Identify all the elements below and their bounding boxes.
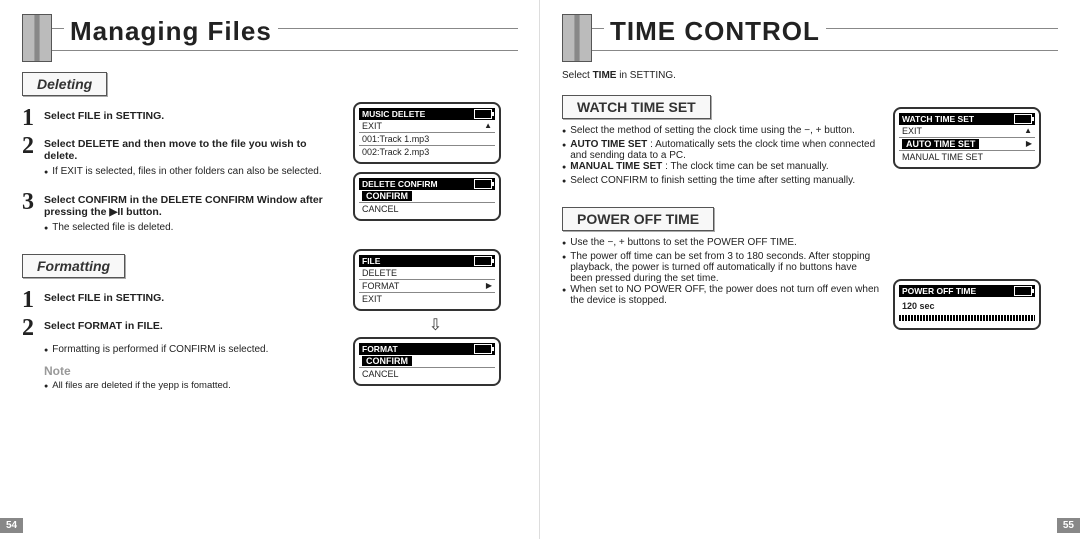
step2-text: Select DELETE and then move to the file … xyxy=(44,138,307,162)
note-label: Note xyxy=(44,364,341,378)
page-title: TIME CONTROL xyxy=(604,16,826,47)
page-title: Managing Files xyxy=(64,16,278,47)
section-deleting: Deleting xyxy=(22,72,107,96)
step3-bullet: The selected file is deleted. xyxy=(44,222,341,236)
watch-b1: Select the method of setting the clock t… xyxy=(562,125,881,139)
intro-pre: Select xyxy=(562,70,593,81)
page-header-left: Managing Files xyxy=(22,20,518,62)
arrow-down-icon: ⇩ xyxy=(353,315,518,335)
fmt1-text: Select FILE in SETTING. xyxy=(44,292,164,304)
page-header-right: TIME CONTROL xyxy=(562,20,1058,62)
lcd-watch-time: WATCH TIME SET EXIT▲ AUTO TIME SET▶ MANU… xyxy=(893,107,1041,169)
lcd-file: FILE DELETE FORMAT▶ EXIT xyxy=(353,249,501,311)
watch-b3: MANUAL TIME SET : The clock time can be … xyxy=(562,161,881,175)
step2-bullet: If EXIT is selected, files in other fold… xyxy=(44,166,341,180)
fmt-step-2: 2 Select FORMAT in FILE. xyxy=(22,316,341,340)
intro-post: in SETTING. xyxy=(616,70,675,81)
fmt-bullet: Formatting is performed if CONFIRM is se… xyxy=(44,344,341,358)
section-power-off: POWER OFF TIME xyxy=(562,207,714,231)
power-b1: Use the −, + buttons to set the POWER OF… xyxy=(562,237,881,251)
note-text: All files are deleted if the yepp is fom… xyxy=(44,380,341,394)
watch-b2: AUTO TIME SET : Automatically sets the c… xyxy=(562,139,881,161)
fmt-step-1: 1 Select FILE in SETTING. xyxy=(22,288,341,312)
step-1: 1 Select FILE in SETTING. xyxy=(22,106,341,130)
fmt2-text: Select FORMAT in FILE. xyxy=(44,320,163,332)
page-number: 54 xyxy=(0,518,23,533)
power-b3: When set to NO POWER OFF, the power does… xyxy=(562,284,881,306)
power-b2: The power off time can be set from 3 to … xyxy=(562,251,881,284)
lcd-power-off: POWER OFF TIME 120 sec xyxy=(893,279,1041,330)
section-formatting: Formatting xyxy=(22,254,125,278)
step-2: 2 Select DELETE and then move to the fil… xyxy=(22,134,341,162)
lcd-format: FORMAT CONFIRM CANCEL xyxy=(353,337,501,386)
page-number: 55 xyxy=(1057,518,1080,533)
intro-time: TIME xyxy=(593,70,617,81)
watch-b4: Select CONFIRM to finish setting the tim… xyxy=(562,175,881,189)
section-watch-time: WATCH TIME SET xyxy=(562,95,711,119)
step3-text: Select CONFIRM in the DELETE CONFIRM Win… xyxy=(44,194,323,218)
lcd-delete-confirm: DELETE CONFIRM CONFIRM CANCEL xyxy=(353,172,501,221)
step1-text: Select FILE in SETTING. xyxy=(44,110,164,122)
lcd-music-delete: MUSIC DELETE EXIT▲ 001:Track 1.mp3 002:T… xyxy=(353,102,501,164)
step-3: 3 Select CONFIRM in the DELETE CONFIRM W… xyxy=(22,190,341,218)
